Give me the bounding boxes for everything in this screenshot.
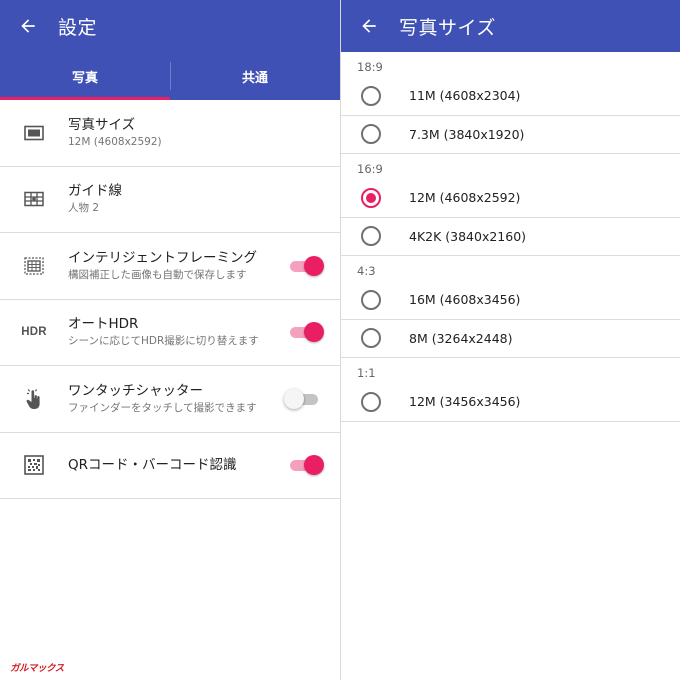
setting-auto-hdr[interactable]: HDR オートHDR シーンに応じてHDR撮影に切り替えます [0,300,340,366]
intelligent-framing-icon [0,256,68,276]
setting-value: 人物 2 [68,202,100,215]
option-label: 16M (4608x3456) [409,292,521,308]
radio-button[interactable] [361,289,381,310]
hdr-icon: HDR [0,326,68,338]
page-title: 設定 [58,16,98,39]
intelligent-framing-toggle[interactable] [284,254,324,278]
setting-value: シーンに応じてHDR撮影に切り替えます [68,335,259,348]
tab-photo[interactable]: 写真 [0,52,170,100]
qr-code-toggle[interactable] [284,453,324,477]
size-option-11m[interactable]: 11M (4608x2304) [341,77,680,116]
option-label: 12M (3456x3456) [409,394,521,410]
option-label: 8M (3264x2448) [409,330,513,346]
setting-label: オートHDR [68,316,139,333]
setting-label: QRコード・バーコード認識 [68,457,237,474]
toggle-thumb [304,255,324,276]
option-label: 11M (4608x2304) [409,88,521,104]
toggle-thumb [284,388,304,409]
size-option-4k2k[interactable]: 4K2K (3840x2160) [341,218,680,256]
grid-lines-icon [0,191,68,207]
setting-label: ワンタッチシャッター [68,382,203,399]
setting-one-touch-shutter[interactable]: ワンタッチシャッター ファインダーをタッチして撮影できます [0,366,340,433]
setting-grid-lines[interactable]: ガイド線 人物 2 [0,167,340,233]
watermark-logo: ガルマックス [10,663,64,674]
ratio-header: 16:9 [357,162,383,176]
back-arrow-icon[interactable] [16,14,40,38]
radio-button[interactable] [361,226,381,247]
picture-size-panel: 写真サイズ 18:9 11M (4608x2304) 7.3M (3840x19… [340,0,680,680]
setting-intelligent-framing[interactable]: インテリジェントフレーミング 構図補正した画像も自動で保存します [0,233,340,300]
settings-app-bar: 設定 [0,0,340,52]
touch-icon [0,388,68,410]
size-option-16m[interactable]: 16M (4608x3456) [341,281,680,320]
size-option-12m-1-1[interactable]: 12M (3456x3456) [341,383,680,422]
settings-panel: 設定 写真 共通 写真サイズ 12M (4608x2592) ガイド線 人物 2… [0,0,340,680]
picture-size-icon [0,125,68,141]
one-touch-shutter-toggle[interactable] [284,387,324,411]
ratio-header: 4:3 [357,264,376,278]
tab-photo-label: 写真 [71,70,98,86]
ratio-header: 18:9 [357,60,383,74]
size-option-12m-16-9[interactable]: 12M (4608x2592) [341,179,680,218]
radio-button[interactable] [361,124,381,145]
radio-button[interactable] [361,85,381,106]
toggle-thumb [304,455,324,476]
size-option-7-3m[interactable]: 7.3M (3840x1920) [341,116,680,154]
radio-button[interactable] [361,391,381,412]
tab-bar: 写真 共通 [0,52,340,100]
ratio-header: 1:1 [357,366,376,380]
tab-common-label: 共通 [241,70,268,86]
setting-label: 写真サイズ [68,116,136,133]
setting-value: ファインダーをタッチして撮影できます [68,401,257,414]
picture-size-app-bar: 写真サイズ [341,0,680,52]
setting-value: 構図補正した画像も自動で保存します [68,268,247,281]
setting-label: ガイド線 [68,183,122,200]
option-label: 12M (4608x2592) [409,190,521,206]
toggle-thumb [304,322,324,343]
qr-code-icon [0,455,68,476]
hdr-icon-text: HDR [21,326,47,339]
option-label: 7.3M (3840x1920) [409,126,525,142]
radio-button[interactable] [361,328,381,349]
tab-common[interactable]: 共通 [170,52,340,100]
page-title: 写真サイズ [399,16,496,39]
option-label: 4K2K (3840x2160) [409,228,527,244]
setting-qr-code[interactable]: QRコード・バーコード認識 [0,433,340,499]
setting-value: 12M (4608x2592) [68,135,162,148]
radio-button-selected[interactable] [361,187,381,208]
setting-label: インテリジェントフレーミング [68,249,257,266]
setting-picture-size[interactable]: 写真サイズ 12M (4608x2592) [0,100,340,167]
auto-hdr-toggle[interactable] [284,320,324,344]
size-option-8m[interactable]: 8M (3264x2448) [341,320,680,358]
back-arrow-icon[interactable] [357,14,381,38]
